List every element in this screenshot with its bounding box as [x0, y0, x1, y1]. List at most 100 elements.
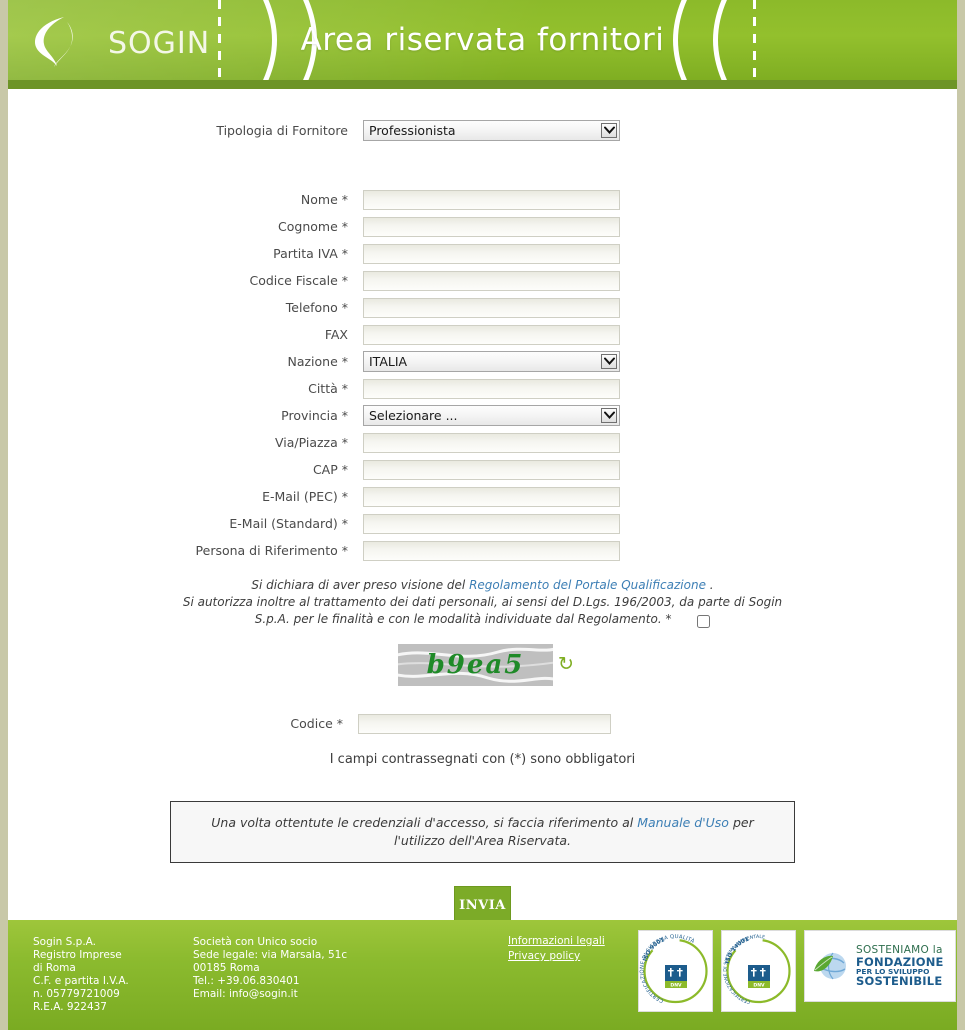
persona-riferimento-label: Persona di Riferimento *	[195, 542, 348, 558]
supplier-type-label: Tipologia di Fornitore	[216, 122, 348, 138]
captcha-zone: b9ea5 ↻	[8, 644, 957, 704]
form-row-citta: Città *	[8, 377, 957, 399]
form-fields: Nome * Cognome * Partita IVA * Codice Fisca…	[8, 188, 957, 561]
cognome-field	[363, 216, 620, 237]
codice-fiscale-label: Codice Fiscale *	[249, 272, 348, 288]
legal-line-2: Si autorizza inoltre al trattamento dei …	[182, 595, 783, 609]
nome-field	[363, 189, 620, 210]
manuale-uso-link[interactable]: Manuale d'Uso	[637, 815, 729, 830]
svg-text:DNV: DNV	[753, 982, 765, 988]
footer-company-info: Sogin S.p.A. Registro Imprese di Roma C.…	[33, 936, 129, 1013]
submit-button[interactable]: INVIA	[454, 886, 511, 924]
cap-input[interactable]	[363, 459, 620, 480]
supplier-type-select[interactable]: Professionista	[363, 119, 620, 141]
form-row-partita-iva: Partita IVA *	[8, 242, 957, 264]
globe-leaf-icon	[811, 946, 851, 986]
partita-iva-input[interactable]	[363, 243, 620, 264]
svg-text:DNV: DNV	[670, 982, 682, 988]
cognome-input[interactable]	[363, 216, 620, 237]
fax-field	[363, 324, 620, 345]
page-title: Area riservata fornitori	[300, 22, 665, 58]
form-row-telefono: Telefono *	[8, 296, 957, 318]
informazioni-legali-link[interactable]: Informazioni legali	[508, 934, 605, 949]
email-standard-field	[363, 513, 620, 534]
legal-line1-before: Si dichiara di aver preso visione del	[251, 578, 470, 592]
fondazione-sviluppo-sostenibile-badge[interactable]: SOSTENIAMO la FONDAZIONE PER LO SVILUPPO…	[804, 930, 956, 1002]
cap-label: CAP *	[312, 461, 348, 477]
main-content: Tipologia di Fornitore Professionista No…	[8, 89, 957, 924]
form-row-codice-fiscale: Codice Fiscale *	[8, 269, 957, 291]
form-spacer	[8, 146, 957, 188]
partita-iva-field	[363, 243, 620, 264]
citta-input[interactable]	[363, 378, 620, 399]
form-row-persona-riferimento: Persona di Riferimento *	[8, 539, 957, 561]
via-piazza-input[interactable]	[363, 432, 620, 453]
telefono-label: Telefono *	[285, 299, 348, 315]
form-row-email-standard: E-Mail (Standard) *	[8, 512, 957, 534]
form-row-supplier-type: Tipologia di Fornitore Professionista	[8, 119, 957, 141]
persona-riferimento-input[interactable]	[363, 540, 620, 561]
legal-declaration: Si dichiara di aver preso visione del Re…	[8, 577, 957, 630]
form-row-codice: Codice *	[8, 712, 957, 734]
codice-input[interactable]	[358, 713, 611, 734]
fax-input[interactable]	[363, 324, 620, 345]
email-standard-input[interactable]	[363, 513, 620, 534]
form-row-fax: FAX	[8, 323, 957, 345]
fondazione-line-2: FONDAZIONE	[856, 954, 944, 969]
nome-label: Nome *	[300, 191, 348, 207]
email-standard-label: E-Mail (Standard) *	[229, 515, 348, 531]
telefono-input[interactable]	[363, 297, 620, 318]
required-fields-note: I campi contrassegnati con (*) sono obbl…	[329, 752, 636, 767]
form-row-cap: CAP *	[8, 458, 957, 480]
refresh-icon[interactable]: ↻	[558, 655, 574, 674]
chevron-down-icon[interactable]	[601, 122, 617, 138]
nazione-select[interactable]: ITALIA	[363, 350, 620, 372]
regolamento-link[interactable]: Regolamento del Portale Qualificazione	[469, 578, 706, 592]
provincia-label: Provincia *	[281, 407, 348, 423]
supplier-type-field: Professionista	[363, 119, 620, 141]
codice-fiscale-input[interactable]	[363, 270, 620, 291]
citta-label: Città *	[308, 380, 348, 396]
header-bottom-bar	[8, 80, 957, 89]
iso-9001-badge[interactable]: CERTIFICAZIONE DI SISTEMA QUALITÀ ISO 90…	[638, 930, 713, 1012]
privacy-policy-link[interactable]: Privacy policy	[508, 949, 605, 964]
form-row-nome: Nome *	[8, 188, 957, 210]
fondazione-line-4: SOSTENIBILE	[856, 974, 943, 989]
captcha-text: b9ea5	[426, 650, 525, 680]
fondazione-line-1: SOSTENIAMO la	[856, 943, 943, 956]
legal-line-3-wrap: S.p.A. per le finalità e con le modalità…	[8, 611, 957, 630]
persona-riferimento-field	[363, 540, 620, 561]
email-pec-input[interactable]	[363, 486, 620, 507]
footer-address-info: Società con Unico socio Sede legale: via…	[193, 936, 348, 1000]
legal-consent-checkbox[interactable]	[697, 615, 711, 628]
nazione-value: ITALIA	[369, 353, 408, 369]
chevron-down-icon[interactable]	[601, 353, 617, 369]
footer-links: Informazioni legali Privacy policy	[508, 934, 605, 964]
form-row-cognome: Cognome *	[8, 215, 957, 237]
iso-14001-badge[interactable]: CERTIFICAZIONE DI SISTEMA AMBIENTALE ISO…	[721, 930, 796, 1012]
form-row-email-pec: E-Mail (PEC) *	[8, 485, 957, 507]
footer-badges: CERTIFICAZIONE DI SISTEMA QUALITÀ ISO 90…	[638, 930, 956, 1012]
email-pec-label: E-Mail (PEC) *	[262, 488, 348, 504]
fondazione-badge-inner: SOSTENIAMO la FONDAZIONE PER LO SVILUPPO…	[811, 943, 949, 989]
supplier-type-value: Professionista	[369, 122, 456, 138]
provincia-value: Selezionare ...	[369, 407, 458, 423]
codice-field	[358, 713, 611, 734]
cognome-label: Cognome *	[278, 218, 348, 234]
fondazione-badge-text: SOSTENIAMO la FONDAZIONE PER LO SVILUPPO…	[856, 943, 944, 989]
via-piazza-label: Via/Piazza *	[274, 434, 348, 450]
nome-input[interactable]	[363, 189, 620, 210]
legal-consent-checkbox-wrap	[697, 613, 711, 630]
chevron-down-icon[interactable]	[601, 407, 617, 423]
submit-wrap: INVIA	[8, 886, 957, 924]
form-row-provincia: Provincia * Selezionare ...	[8, 404, 957, 426]
provincia-select[interactable]: Selezionare ...	[363, 404, 620, 426]
site-header: SOGIN Area riservata fornitori	[8, 0, 957, 80]
svg-text:ISO 14001: ISO 14001	[725, 937, 750, 965]
page-root: SOGIN Area riservata fornitori Tipologia…	[8, 0, 957, 1030]
iso-14001-badge-graphic: CERTIFICAZIONE DI SISTEMA AMBIENTALE ISO…	[723, 934, 791, 1005]
codice-fiscale-field	[363, 270, 620, 291]
form-row-nazione: Nazione * ITALIA	[8, 350, 957, 372]
iso-9001-badge-graphic: CERTIFICAZIONE DI SISTEMA QUALITÀ ISO 90…	[639, 934, 708, 1003]
legal-line-3: S.p.A. per le finalità e con le modalità…	[254, 612, 672, 626]
